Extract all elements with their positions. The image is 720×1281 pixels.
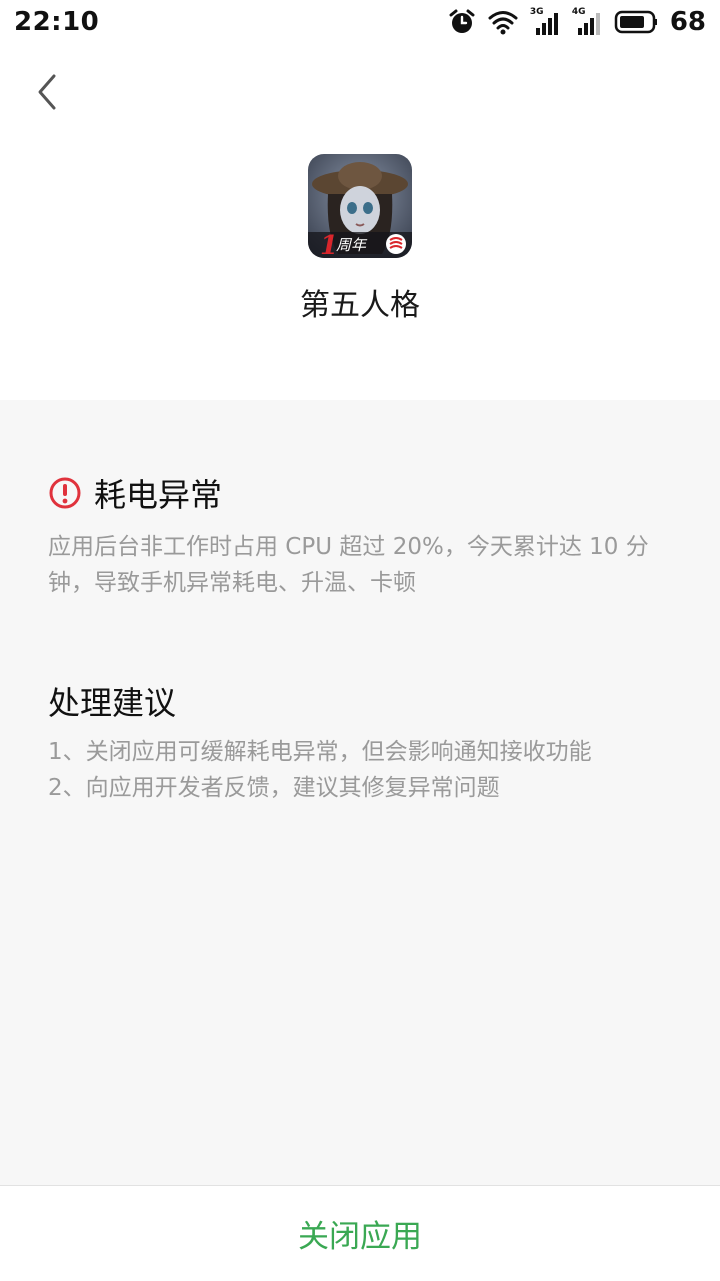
app-icon: 1 周年 <box>308 154 412 258</box>
alarm-icon <box>448 8 476 36</box>
status-bar: 22:10 3G 4G 68 <box>0 0 720 44</box>
anomaly-title: 耗电异常 <box>94 476 223 514</box>
battery-percent: 68 <box>669 7 706 37</box>
status-time: 22:10 <box>14 7 100 37</box>
detail-panel: 耗电异常 应用后台非工作时占用 CPU 超过 20%，今天累计达 10 分钟，导… <box>0 400 720 1185</box>
svg-text:周年: 周年 <box>336 236 368 254</box>
list-item: 2、向应用开发者反馈，建议其修复异常问题 <box>48 775 500 801</box>
list-item: 1、关闭应用可缓解耗电异常，但会影响通知接收功能 <box>48 739 592 765</box>
battery-icon <box>614 10 658 34</box>
wifi-icon <box>488 9 518 35</box>
bottom-action-bar: 关闭应用 <box>0 1185 720 1281</box>
app-name: 第五人格 <box>300 288 420 323</box>
back-arrow-icon <box>38 74 56 110</box>
anomaly-header: 耗电异常 <box>48 470 222 516</box>
warning-icon <box>49 477 81 509</box>
back-button[interactable] <box>26 70 66 114</box>
suggestions-list: 1、关闭应用可缓解耗电异常，但会影响通知接收功能 2、向应用开发者反馈，建议其修… <box>48 734 668 806</box>
status-icons: 3G 4G 68 <box>448 7 706 37</box>
signal-icon-4g: 4G <box>572 7 602 35</box>
suggestions-title: 处理建议 <box>48 684 177 722</box>
anomaly-description: 应用后台非工作时占用 CPU 超过 20%，今天累计达 10 分钟，导致手机异常… <box>48 534 649 596</box>
close-app-button[interactable]: 关闭应用 <box>258 1201 462 1266</box>
signal-icon-3g: 3G <box>530 7 560 35</box>
